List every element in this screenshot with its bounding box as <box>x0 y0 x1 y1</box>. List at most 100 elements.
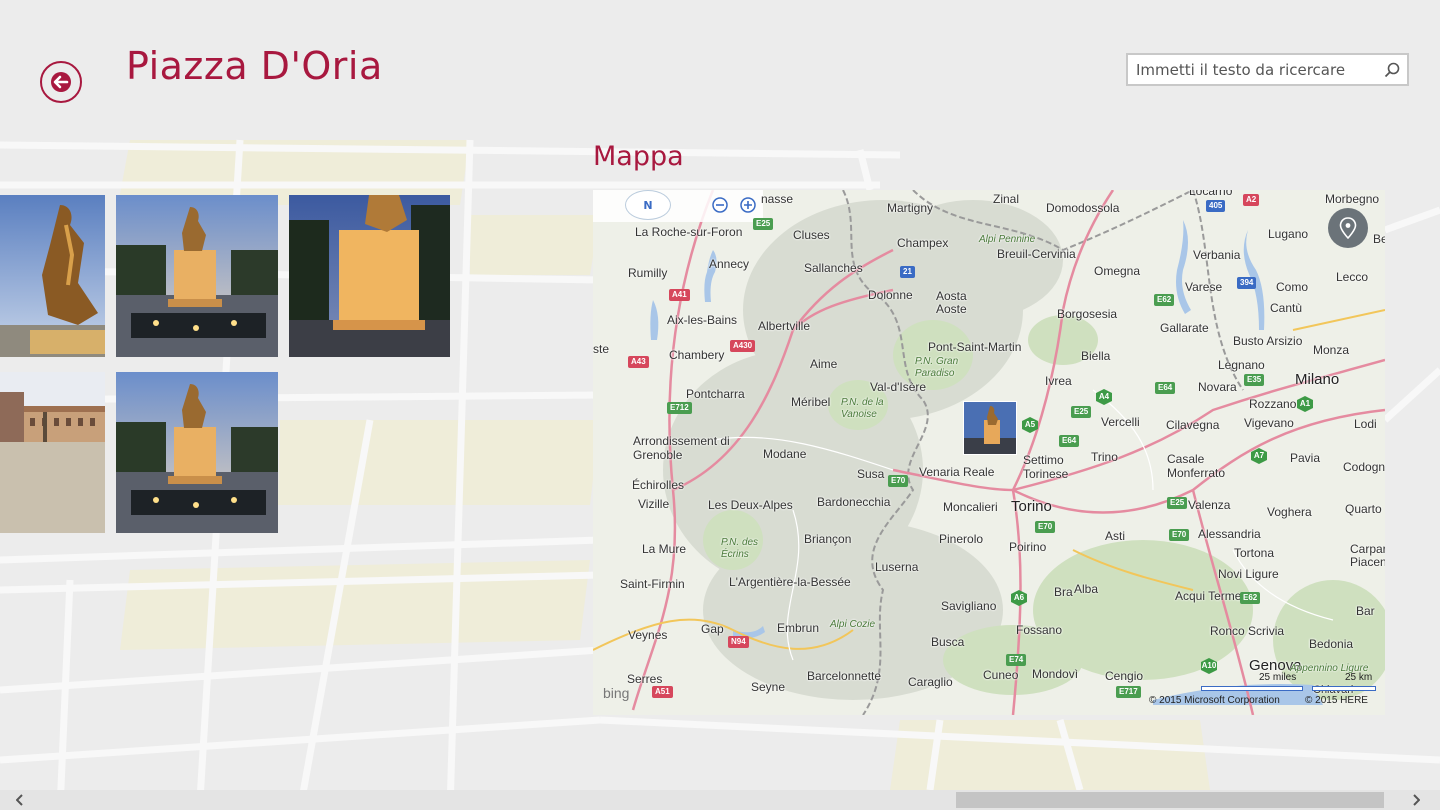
search-box <box>1126 53 1409 86</box>
map-place-label: Settimo Torinese <box>1023 453 1069 481</box>
road-shield: A51 <box>652 686 673 698</box>
map-place-label: Rozzano <box>1249 397 1297 411</box>
map-region-label: P.N. de la Vanoise <box>841 397 884 420</box>
zoom-in-icon[interactable] <box>739 196 757 214</box>
map-place-label: Luserna <box>875 560 919 574</box>
map-place-label: Susa <box>857 467 885 481</box>
map-place-label: Venaria Reale <box>919 465 995 479</box>
road-shield: E35 <box>1244 374 1265 386</box>
map-place-label: Pavia <box>1290 451 1321 465</box>
map-place-label: Legnano <box>1218 358 1265 372</box>
compass-button[interactable]: N <box>625 190 671 220</box>
map-place-label: Briançon <box>804 532 852 546</box>
road-shield: A41 <box>669 289 690 301</box>
map-place-label: Morbegno <box>1325 192 1380 206</box>
horizontal-scrollbar[interactable] <box>0 790 1440 810</box>
map-view[interactable]: N nasse La Roche-sur-Foron Cluses Martig… <box>593 190 1385 715</box>
map-place-label: Voghera <box>1267 505 1312 519</box>
zoom-out-icon[interactable] <box>711 196 729 214</box>
map-place-label: Trino <box>1091 450 1118 464</box>
map-place-label: Be <box>1373 232 1385 246</box>
photo-tile[interactable] <box>289 195 450 357</box>
map-place-label: Rumilly <box>628 266 668 280</box>
map-place-label: Barcelonnette <box>807 669 882 683</box>
map-place-label: Omegna <box>1094 264 1141 278</box>
scroll-right-button[interactable] <box>1406 790 1426 810</box>
road-shield: E70 <box>888 475 909 487</box>
map-place-label: Varese <box>1185 280 1223 294</box>
scrollbar-thumb[interactable] <box>956 792 1384 808</box>
map-place-label: Saint-Firmin <box>620 577 685 591</box>
map-place-label: Cluses <box>793 228 830 242</box>
map-place-label: Alba <box>1074 582 1099 596</box>
map-place-label: Novara <box>1198 380 1237 394</box>
photo-tile[interactable] <box>0 372 105 533</box>
map-place-label: Lugano <box>1268 227 1309 241</box>
search-button[interactable] <box>1377 55 1407 84</box>
road-shield: E70 <box>1035 521 1056 533</box>
map-region-label: P.N. Gran Paradiso <box>915 356 959 379</box>
map-place-label: L'Argentière-la-Bessée <box>729 575 851 589</box>
road-shield: E717 <box>1116 686 1141 698</box>
photo-tile[interactable] <box>0 195 105 357</box>
map-place-label: La Mure <box>642 542 687 556</box>
road-shield: A430 <box>730 340 756 352</box>
photo-tile[interactable] <box>116 195 278 357</box>
map-place-label: Dolonne <box>868 288 913 302</box>
map-place-label: Cilavegna <box>1166 418 1220 432</box>
road-shield: 394 <box>1237 277 1257 289</box>
map-place-label: Aosta <box>936 289 967 303</box>
map-place-label: Casale Monferrato <box>1167 452 1226 480</box>
map-place-label: Zinal <box>993 192 1020 206</box>
map-place-label: Seyne <box>751 680 786 694</box>
copyright-here: © 2015 HERE <box>1305 695 1368 706</box>
map-place-label: Caraglio <box>908 675 953 689</box>
map-place-label: Poirino <box>1009 540 1047 554</box>
map-place-label: Champex <box>897 236 949 250</box>
map-place-label: Gallarate <box>1160 321 1209 335</box>
scale-miles-label: 25 miles <box>1259 672 1297 683</box>
search-input[interactable] <box>1128 55 1377 84</box>
map-place-label: Ivrea <box>1045 374 1072 388</box>
map-place-label: Bardonecchia <box>817 495 891 509</box>
map-place-label: Novi Ligure <box>1218 567 1279 581</box>
locate-button[interactable] <box>1328 208 1368 248</box>
map-place-label: Codogno <box>1343 460 1385 474</box>
map-place-label: Valenza <box>1188 498 1231 512</box>
map-region-label: Alpi Pennine <box>979 234 1036 245</box>
map-place-label: Busca <box>931 635 965 649</box>
map-place-label: Lodi <box>1354 417 1377 431</box>
map-place-label: Fossano <box>1016 623 1063 637</box>
map-place-label: Veynes <box>628 628 668 642</box>
map-place-label: Arrondissement di Grenoble <box>633 434 730 462</box>
road-shield: A2 <box>1243 194 1260 206</box>
photo-tile[interactable] <box>116 372 278 533</box>
road-shield: 21 <box>900 266 915 278</box>
map-place-label: Busto Arsizio <box>1233 334 1303 348</box>
map-place-label: Tortona <box>1234 546 1275 560</box>
map-place-label: La Roche-sur-Foron <box>635 225 743 239</box>
map-place-label: Pontcharra <box>686 387 745 401</box>
map-place-label: ste <box>593 342 610 356</box>
map-place-label: Val-d'Isère <box>870 380 927 394</box>
road-shield: N94 <box>728 636 749 648</box>
map-place-label: Bra <box>1054 585 1073 599</box>
road-shield: E62 <box>1154 294 1175 306</box>
map-place-label: Vizille <box>638 497 670 511</box>
map-place-label: Bar <box>1356 604 1375 618</box>
road-shield: E70 <box>1169 529 1190 541</box>
map-place-label: Échirolles <box>632 478 685 492</box>
map-place-label: Piacen <box>1350 555 1385 569</box>
map-section-title: Mappa <box>593 141 684 172</box>
location-pin-icon <box>1339 217 1357 239</box>
map-region-label: P.N. des Écrins <box>721 537 759 560</box>
road-shield: 405 <box>1206 200 1226 212</box>
back-button[interactable] <box>40 61 82 103</box>
map-place-label: Bedonia <box>1309 637 1354 651</box>
map-photo-pin[interactable] <box>963 401 1017 455</box>
map-place-label: Les Deux-Alpes <box>708 498 793 512</box>
map-place-label: Annecy <box>709 257 750 271</box>
scroll-left-button[interactable] <box>10 790 30 810</box>
chevron-left-icon <box>16 794 23 806</box>
map-navigation-bar: N <box>593 190 763 222</box>
